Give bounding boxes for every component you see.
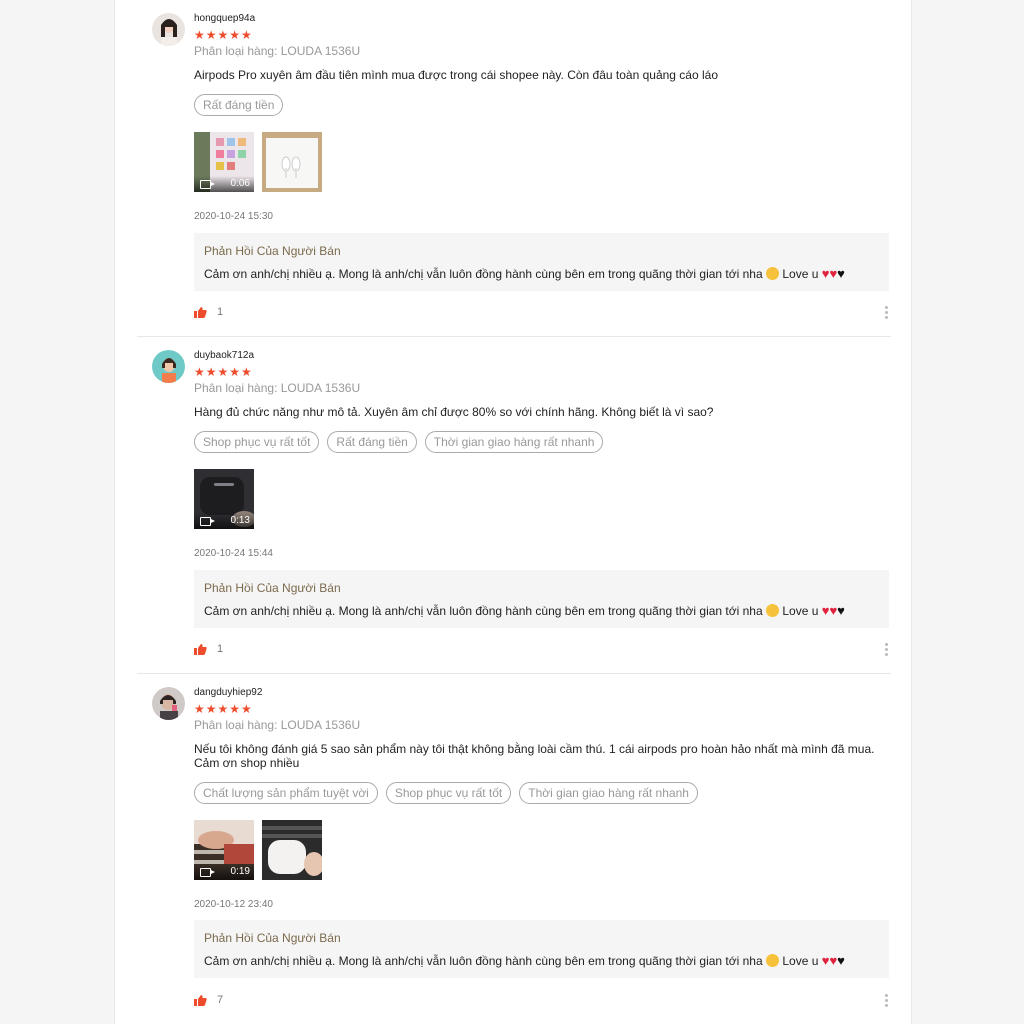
like-count: 7	[217, 994, 224, 1006]
kissing-face-emoji	[766, 604, 779, 617]
review-tag: Thời gian giao hàng rất nhanh	[424, 431, 604, 453]
red-heart-icon: ♥	[829, 266, 838, 281]
username[interactable]: hongquep94a	[194, 13, 255, 24]
rating-stars: ★★★★★	[194, 365, 253, 379]
red-heart-icon: ♥	[829, 953, 838, 968]
seller-reply-suffix: Love u	[782, 954, 819, 968]
review-tag: Rất đáng tiền	[327, 431, 417, 453]
seller-reply-message: Cảm ơn anh/chị nhiều ạ. Mong là anh/chị …	[204, 267, 763, 281]
seller-reply-title: Phản Hồi Của Người Bán	[204, 244, 341, 258]
review-tags: Chất lượng sản phẩm tuyệt vời Shop phục …	[194, 782, 698, 804]
review-timestamp: 2020-10-24 15:30	[194, 211, 273, 222]
kissing-face-emoji	[766, 267, 779, 280]
like-button[interactable]: 1	[194, 306, 223, 318]
more-vertical-icon[interactable]	[885, 994, 889, 1009]
review-tag: Rất đáng tiền	[194, 94, 284, 116]
seller-reply-text: Cảm ơn anh/chị nhiều ạ. Mong là anh/chị …	[204, 953, 845, 968]
review-content: Nếu tôi không đánh giá 5 sao sản phẩm nà…	[194, 742, 875, 770]
review-tags: Shop phục vụ rất tốt Rất đáng tiền Thời …	[194, 431, 604, 453]
video-duration: 0:19	[230, 866, 250, 877]
video-thumbnail[interactable]: 0:06	[194, 132, 254, 192]
more-vertical-icon[interactable]	[885, 643, 889, 658]
reviews-panel: hongquep94a ★★★★★ Phân loại hàng: LOUDA …	[114, 0, 912, 1024]
review-media: 0:19	[194, 820, 322, 880]
review-item: hongquep94a ★★★★★ Phân loại hàng: LOUDA …	[115, 0, 911, 337]
seller-reply-message: Cảm ơn anh/chị nhiều ạ. Mong là anh/chị …	[204, 604, 763, 618]
like-button[interactable]: 1	[194, 643, 223, 655]
username[interactable]: dangduyhiep92	[194, 687, 262, 698]
red-heart-icon: ♥	[829, 603, 838, 618]
seller-reply-suffix: Love u	[782, 267, 819, 281]
seller-reply-text: Cảm ơn anh/chị nhiều ạ. Mong là anh/chị …	[204, 266, 845, 281]
review-tag: Shop phục vụ rất tốt	[194, 431, 320, 453]
seller-reply-title: Phản Hồi Của Người Bán	[204, 931, 341, 945]
seller-reply-suffix: Love u	[782, 604, 819, 618]
seller-reply-title: Phản Hồi Của Người Bán	[204, 581, 341, 595]
seller-reply: Phản Hồi Của Người Bán Cảm ơn anh/chị nh…	[194, 920, 889, 978]
video-camera-icon	[200, 517, 215, 526]
rating-stars: ★★★★★	[194, 28, 253, 42]
like-count: 1	[217, 643, 224, 655]
review-item: duybaok712a ★★★★★ Phân loại hàng: LOUDA …	[115, 337, 911, 674]
avatar[interactable]	[152, 13, 185, 46]
thumbs-up-icon	[194, 306, 207, 318]
black-heart-icon: ♥	[837, 603, 845, 618]
review-media: 0:06	[194, 132, 322, 192]
seller-reply: Phản Hồi Của Người Bán Cảm ơn anh/chị nh…	[194, 570, 889, 628]
seller-reply-text: Cảm ơn anh/chị nhiều ạ. Mong là anh/chị …	[204, 603, 845, 618]
seller-reply: Phản Hồi Của Người Bán Cảm ơn anh/chị nh…	[194, 233, 889, 291]
more-vertical-icon[interactable]	[885, 306, 889, 321]
username[interactable]: duybaok712a	[194, 350, 254, 361]
review-tags: Rất đáng tiền	[194, 94, 284, 116]
thumbs-up-icon	[194, 994, 207, 1006]
kissing-face-emoji	[766, 954, 779, 967]
review-tag: Thời gian giao hàng rất nhanh	[519, 782, 698, 804]
video-thumbnail[interactable]: 0:19	[194, 820, 254, 880]
review-timestamp: 2020-10-12 23:40	[194, 899, 273, 910]
review-item: dangduyhiep92 ★★★★★ Phân loại hàng: LOUD…	[115, 674, 911, 1024]
rating-stars: ★★★★★	[194, 702, 253, 716]
video-duration: 0:13	[230, 515, 250, 526]
product-variant: Phân loại hàng: LOUDA 1536U	[194, 718, 361, 732]
review-content: Hàng đủ chức năng như mô tả. Xuyên âm ch…	[194, 405, 714, 419]
review-media: 0:13	[194, 469, 254, 529]
video-camera-icon	[200, 868, 215, 877]
review-tag: Shop phục vụ rất tốt	[385, 782, 512, 804]
product-variant: Phân loại hàng: LOUDA 1536U	[194, 44, 361, 58]
black-heart-icon: ♥	[837, 953, 845, 968]
review-timestamp: 2020-10-24 15:44	[194, 548, 273, 559]
avatar[interactable]	[152, 687, 185, 720]
thumbs-up-icon	[194, 643, 207, 655]
seller-reply-message: Cảm ơn anh/chị nhiều ạ. Mong là anh/chị …	[204, 954, 763, 968]
review-tag: Chất lượng sản phẩm tuyệt vời	[194, 782, 378, 804]
video-camera-icon	[200, 180, 215, 189]
image-thumbnail[interactable]	[262, 132, 322, 192]
video-thumbnail[interactable]: 0:13	[194, 469, 254, 529]
video-duration: 0:06	[230, 178, 250, 189]
review-content: Airpods Pro xuyên âm đầu tiên mình mua đ…	[194, 68, 719, 82]
black-heart-icon: ♥	[837, 266, 845, 281]
image-thumbnail[interactable]	[262, 820, 322, 880]
product-variant: Phân loại hàng: LOUDA 1536U	[194, 381, 361, 395]
avatar[interactable]	[152, 350, 185, 383]
like-button[interactable]: 7	[194, 994, 223, 1006]
like-count: 1	[217, 306, 224, 318]
